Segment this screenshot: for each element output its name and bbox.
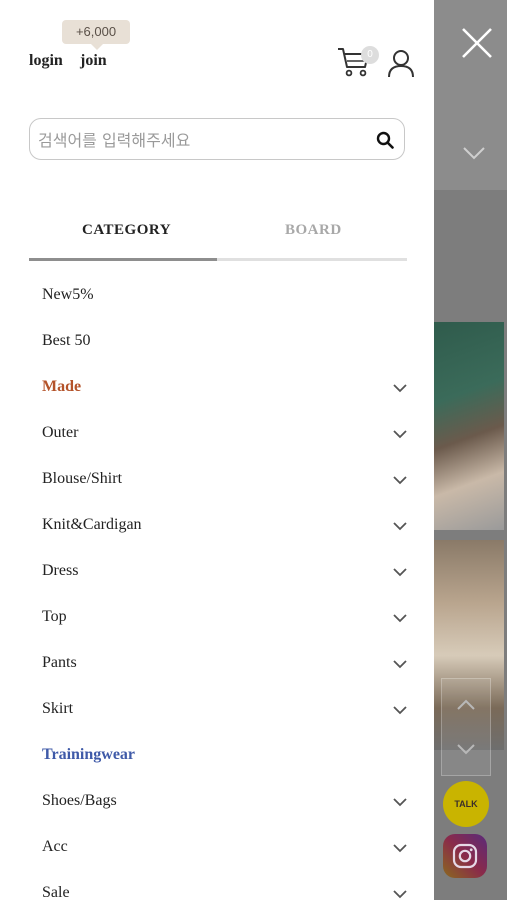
close-icon[interactable] <box>458 24 496 62</box>
category-item-sale[interactable]: Sale <box>0 871 434 900</box>
category-item-dress[interactable]: Dress <box>0 549 434 595</box>
category-item-pants[interactable]: Pants <box>0 641 434 687</box>
tab-category[interactable]: CATEGORY <box>82 222 171 239</box>
category-label: Top <box>42 608 67 625</box>
kakao-talk-button[interactable]: TALK <box>443 781 489 827</box>
category-label: Trainingwear <box>42 746 136 763</box>
category-label: Pants <box>42 654 77 671</box>
instagram-icon <box>452 843 478 869</box>
category-item-acc[interactable]: Acc <box>0 825 434 871</box>
chevron-down-icon[interactable] <box>392 612 408 624</box>
category-label: Best 50 <box>42 332 91 349</box>
chevron-down-icon[interactable] <box>392 888 408 900</box>
category-item-top[interactable]: Top <box>0 595 434 641</box>
chevron-down-icon[interactable] <box>392 428 408 440</box>
kakao-talk-icon: TALK <box>454 799 478 809</box>
chevron-down-icon[interactable] <box>392 658 408 670</box>
category-label: Made <box>42 378 82 395</box>
category-label: Skirt <box>42 700 74 717</box>
chevron-down-icon[interactable] <box>392 520 408 532</box>
chevron-up-icon[interactable] <box>456 697 476 711</box>
search-box <box>29 118 405 160</box>
category-item-trainingwear[interactable]: Trainingwear <box>0 733 434 779</box>
category-label: Shoes/Bags <box>42 792 117 809</box>
chevron-down-icon[interactable] <box>392 566 408 578</box>
category-label: New5% <box>42 286 94 303</box>
chevron-down-icon[interactable] <box>392 796 408 808</box>
side-menu-drawer: +6,000 login join 0 CATEGORY BOARD New5%… <box>0 0 434 900</box>
category-item-new5[interactable]: New5% <box>0 273 434 319</box>
cart-count-badge: 0 <box>361 46 379 64</box>
user-icon[interactable] <box>386 48 416 78</box>
chevron-down-icon[interactable] <box>456 743 476 757</box>
category-label: Knit&Cardigan <box>42 516 142 533</box>
category-label: Sale <box>42 884 70 900</box>
search-input[interactable] <box>36 125 360 155</box>
category-item-outer[interactable]: Outer <box>0 411 434 457</box>
join-link[interactable]: join <box>80 52 107 70</box>
login-link[interactable]: login <box>29 52 63 70</box>
chevron-down-icon <box>463 147 485 160</box>
category-item-shoes-bags[interactable]: Shoes/Bags <box>0 779 434 825</box>
category-item-skirt[interactable]: Skirt <box>0 687 434 733</box>
category-item-made[interactable]: Made <box>0 365 434 411</box>
category-list: New5% Best 50 Made Outer Blouse/Shirt Kn… <box>0 273 434 900</box>
tab-active-indicator <box>29 258 217 261</box>
category-item-blouse-shirt[interactable]: Blouse/Shirt <box>0 457 434 503</box>
category-item-best50[interactable]: Best 50 <box>0 319 434 365</box>
category-item-knit-cardigan[interactable]: Knit&Cardigan <box>0 503 434 549</box>
join-points-badge: +6,000 <box>62 20 130 50</box>
search-icon[interactable] <box>376 131 394 149</box>
tab-board[interactable]: BOARD <box>285 222 342 239</box>
chevron-down-icon[interactable] <box>392 842 408 854</box>
category-label: Outer <box>42 424 79 441</box>
chevron-down-icon[interactable] <box>392 704 408 716</box>
category-label: Blouse/Shirt <box>42 470 123 487</box>
category-label: Dress <box>42 562 79 579</box>
scroll-controls[interactable] <box>441 678 491 776</box>
chevron-down-icon[interactable] <box>392 382 408 394</box>
instagram-button[interactable] <box>443 834 487 878</box>
chevron-down-icon[interactable] <box>392 474 408 486</box>
product-image <box>434 322 504 530</box>
category-label: Acc <box>42 838 68 855</box>
